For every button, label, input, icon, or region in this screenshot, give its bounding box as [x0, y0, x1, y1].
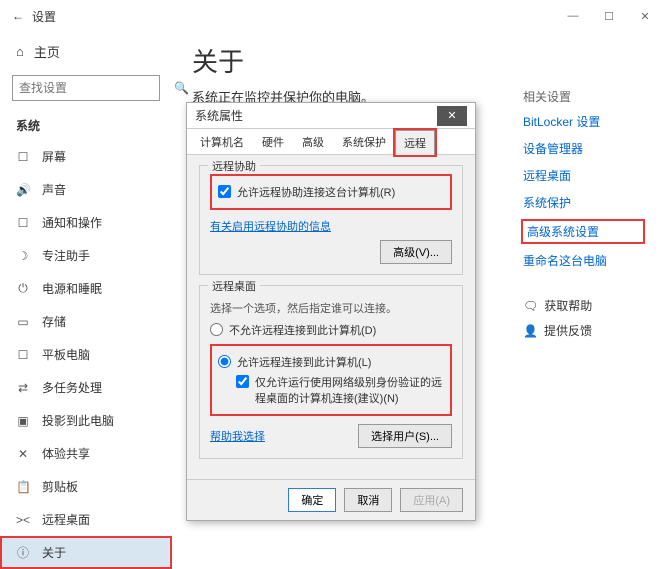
nav-icon: ⏻ [16, 281, 30, 296]
remote-desktop-legend: 远程桌面 [208, 278, 260, 294]
rlink-bitlocker[interactable]: BitLocker 设置 [523, 113, 643, 130]
nav-label: 关于 [42, 544, 66, 561]
sidebar-item-7[interactable]: ⇄ 多任务处理 [0, 371, 172, 404]
sidebar-item-1[interactable]: 🔊 声音 [0, 173, 172, 206]
remote-desktop-note: 选择一个选项，然后指定谁可以连接。 [210, 300, 452, 316]
rlink-remote-desktop[interactable]: 远程桌面 [523, 167, 643, 184]
apply-button[interactable]: 应用(A) [400, 488, 463, 512]
nav-icon: >< [16, 513, 30, 527]
allow-remote-radio[interactable] [218, 355, 231, 368]
dialog-close-button[interactable]: ✕ [437, 106, 467, 126]
search-input-wrap[interactable]: 🔍 [12, 75, 160, 101]
sidebar-item-11[interactable]: >< 远程桌面 [0, 503, 172, 536]
nla-label: 仅允许运行使用网络级别身份验证的远程桌面的计算机连接(建议)(N) [255, 374, 444, 406]
maximize-button[interactable]: ☐ [591, 0, 627, 32]
sidebar-item-4[interactable]: ⏻ 电源和睡眠 [0, 272, 172, 305]
nla-checkbox[interactable] [236, 375, 249, 388]
home-icon: ⌂ [16, 44, 24, 59]
related-title: 相关设置 [523, 88, 643, 105]
remote-assist-info-link[interactable]: 有关启用远程协助的信息 [210, 221, 331, 233]
allow-remote-label: 允许远程连接到此计算机(L) [237, 354, 371, 370]
system-properties-dialog: 系统属性 ✕ 计算机名 硬件 高级 系统保护 远程 远程协助 允许远程协助连接这… [186, 102, 476, 521]
tab-computer-name[interactable]: 计算机名 [191, 129, 253, 154]
close-button[interactable]: ✕ [627, 0, 663, 32]
sidebar-item-5[interactable]: ▭ 存储 [0, 305, 172, 338]
nav-label: 剪贴板 [42, 478, 78, 495]
home-label: 主页 [34, 42, 60, 61]
nav-label: 专注助手 [42, 247, 90, 264]
tab-advanced[interactable]: 高级 [293, 129, 333, 154]
remote-assist-group: 远程协助 允许远程协助连接这台计算机(R) 有关启用远程协助的信息 高级(V).… [199, 165, 463, 275]
nav-icon: ⓘ [16, 544, 30, 561]
nav-icon: ✕ [16, 447, 30, 461]
sidebar-item-8[interactable]: ▣ 投影到此电脑 [0, 404, 172, 437]
nav-icon: ▭ [16, 315, 30, 329]
tab-remote[interactable]: 远程 [395, 130, 435, 155]
disallow-remote-label: 不允许远程连接到此计算机(D) [229, 322, 376, 338]
remote-assist-advanced-button[interactable]: 高级(V)... [380, 240, 452, 264]
ok-button[interactable]: 确定 [288, 488, 336, 512]
sidebar-item-9[interactable]: ✕ 体验共享 [0, 437, 172, 470]
cancel-button[interactable]: 取消 [344, 488, 392, 512]
nav-label: 投影到此电脑 [42, 412, 114, 429]
back-icon[interactable]: ← [12, 9, 24, 23]
tab-hardware[interactable]: 硬件 [253, 129, 293, 154]
help-me-choose-link[interactable]: 帮助我选择 [210, 428, 265, 444]
help-link[interactable]: 🗨获取帮助 [523, 297, 643, 314]
remote-desktop-group: 远程桌面 选择一个选项，然后指定谁可以连接。 不允许远程连接到此计算机(D) 允… [199, 285, 463, 459]
nav-icon: ⇄ [16, 381, 30, 395]
nav-label: 多任务处理 [42, 379, 102, 396]
tab-system-protect[interactable]: 系统保护 [333, 129, 395, 154]
disallow-remote-radio[interactable] [210, 323, 223, 336]
select-users-button[interactable]: 选择用户(S)... [358, 424, 452, 448]
dialog-title: 系统属性 [195, 107, 243, 124]
nav-icon: 🔊 [16, 183, 30, 197]
sidebar-item-3[interactable]: ☽ 专注助手 [0, 239, 172, 272]
allow-remote-assist-label: 允许远程协助连接这台计算机(R) [237, 184, 395, 200]
nav-label: 平板电脑 [42, 346, 90, 363]
sidebar-item-6[interactable]: ☐ 平板电脑 [0, 338, 172, 371]
sidebar-item-2[interactable]: ☐ 通知和操作 [0, 206, 172, 239]
nav-icon: ☽ [16, 249, 30, 263]
allow-remote-assist-checkbox[interactable] [218, 185, 231, 198]
rlink-device-manager[interactable]: 设备管理器 [523, 140, 643, 157]
sidebar-item-12[interactable]: ⓘ 关于 [0, 536, 172, 569]
nav-icon: ☐ [16, 150, 30, 164]
nav-icon: ▣ [16, 414, 30, 428]
nav-label: 声音 [42, 181, 66, 198]
nav-label: 通知和操作 [42, 214, 102, 231]
rlink-rename-pc[interactable]: 重命名这台电脑 [523, 252, 643, 269]
sidebar-item-10[interactable]: 📋 剪贴板 [0, 470, 172, 503]
rlink-system-protect[interactable]: 系统保护 [523, 194, 643, 211]
page-title: 关于 [192, 42, 643, 79]
nav-icon: ☐ [16, 348, 30, 362]
search-input[interactable] [19, 81, 174, 95]
sidebar: ⌂ 主页 🔍 系统 ☐ 屏幕 🔊 声音 ☐ 通知和操作 ☽ 专注助手 ⏻ 电源和睡眠 ▭ 存储 ☐ 平板电… [0, 32, 172, 500]
nav-label: 屏幕 [42, 148, 66, 165]
minimize-button[interactable]: — [555, 0, 591, 32]
home-link[interactable]: ⌂ 主页 [0, 36, 172, 67]
feedback-link[interactable]: 👤提供反馈 [523, 322, 643, 339]
feedback-icon: 👤 [523, 324, 538, 338]
dialog-tabs: 计算机名 硬件 高级 系统保护 远程 [187, 129, 475, 155]
help-icon: 🗨 [523, 299, 538, 313]
nav-label: 远程桌面 [42, 511, 90, 528]
nav-label: 存储 [42, 313, 66, 330]
related-settings: 相关设置 BitLocker 设置 设备管理器 远程桌面 系统保护 高级系统设置… [523, 88, 643, 347]
rlink-advanced-system[interactable]: 高级系统设置 [523, 221, 643, 242]
nav-icon: 📋 [16, 480, 30, 494]
window-title: 设置 [32, 8, 56, 25]
nav-icon: ☐ [16, 216, 30, 230]
remote-assist-legend: 远程协助 [208, 158, 260, 174]
sidebar-item-0[interactable]: ☐ 屏幕 [0, 140, 172, 173]
section-label: 系统 [0, 111, 172, 140]
nav-label: 电源和睡眠 [42, 280, 102, 297]
window-titlebar: ← 设置 — ☐ ✕ [0, 0, 663, 32]
nav-label: 体验共享 [42, 445, 90, 462]
